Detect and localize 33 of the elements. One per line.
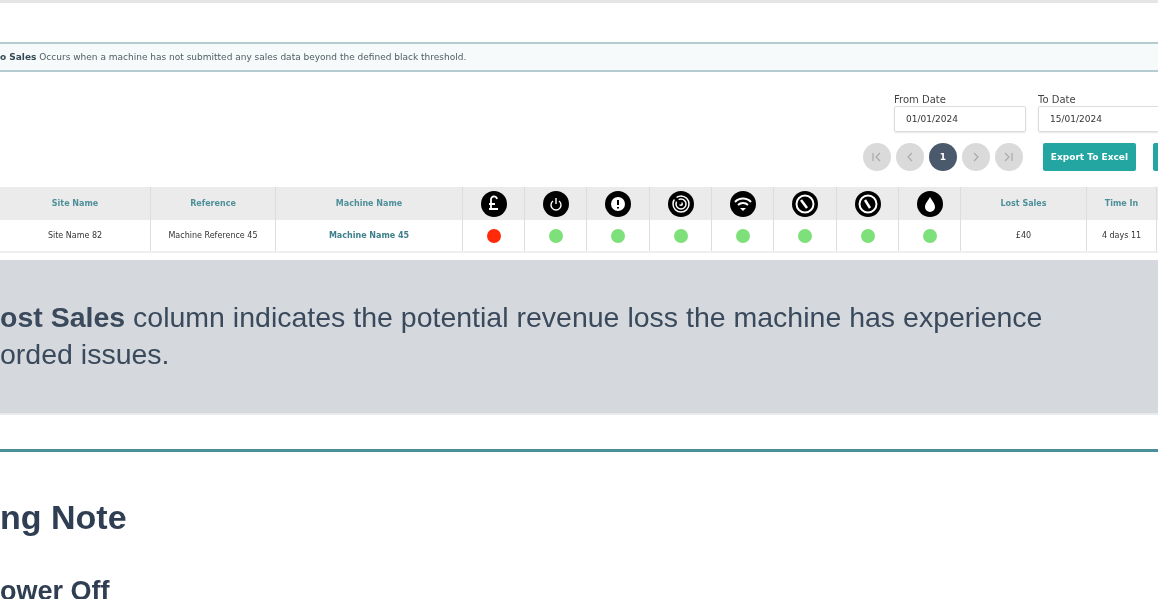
machine-link[interactable]: Machine Name 45 (328, 231, 410, 240)
section-heading: ng Note (0, 497, 128, 537)
column-header[interactable]: Time In (1104, 199, 1139, 208)
drop-icon (916, 190, 943, 217)
radar-icon (667, 190, 694, 217)
power-icon (542, 190, 569, 217)
info-text: o Sales Occurs when a machine has not submitted any sales data beyond the defined black threshold. (0, 52, 467, 62)
table-cell: 4 days 11 (1101, 231, 1142, 240)
wifi-icon (729, 190, 756, 217)
callout-text: ost Sales column indicates the potential revenue loss the machine has experience (0, 300, 1044, 335)
previous-page-icon (906, 152, 913, 162)
first-page-icon (871, 152, 882, 162)
gauge-icon (792, 190, 818, 217)
table-cell: £40 (1015, 231, 1032, 240)
column-header[interactable]: Site Name (51, 199, 99, 208)
button[interactable] (1153, 143, 1158, 171)
alert-icon (605, 190, 631, 217)
pound-icon (480, 190, 507, 217)
column-header[interactable]: Lost Sales (1000, 199, 1047, 208)
page-button[interactable]: 1 (928, 143, 957, 171)
table-cell: Site Name 82 (47, 231, 103, 240)
column-header[interactable]: Reference (190, 199, 236, 208)
last-page-icon (1004, 152, 1014, 162)
field-label: From Date (894, 94, 947, 105)
next-page-icon (972, 152, 979, 162)
table-cell: Machine Reference 45 (168, 231, 258, 240)
gauge-icon (854, 190, 881, 217)
field-label: To Date (1038, 94, 1077, 105)
date-field[interactable]: 15/01/2024 (1038, 106, 1158, 132)
callout-text: orded issues. (0, 337, 171, 372)
export-button[interactable]: Export To Excel (1042, 143, 1136, 171)
date-field[interactable]: 01/01/2024 (894, 106, 1026, 132)
column-header[interactable]: Machine Name (335, 199, 403, 208)
